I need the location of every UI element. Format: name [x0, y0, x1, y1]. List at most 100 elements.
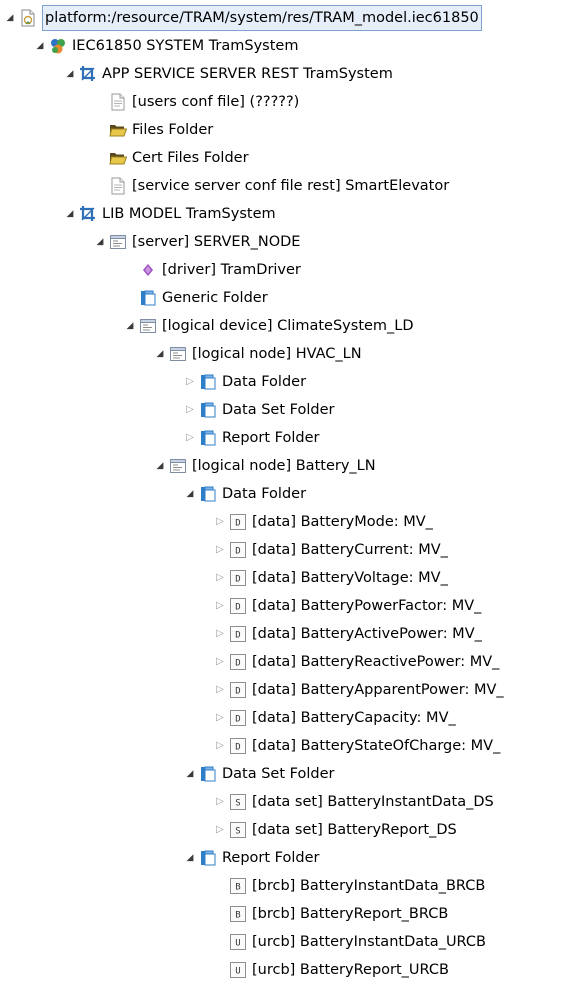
resource-file-icon — [19, 9, 37, 27]
tree-item-system[interactable]: ◢ IEC61850 SYSTEM TramSystem — [0, 32, 574, 60]
tree-item-hvac-ln[interactable]: ◢ [logical node] HVAC_LN — [0, 340, 574, 368]
tree-item-label: [data] BatteryActivePower: MV_ — [252, 626, 482, 642]
expanded-arrow-icon[interactable]: ◢ — [154, 452, 166, 480]
svg-text:S: S — [235, 827, 240, 837]
collapsed-arrow-icon[interactable]: ▷ — [184, 424, 196, 452]
blue-folder-icon — [199, 401, 217, 419]
tree-item-label: [brcb] BatteryInstantData_BRCB — [252, 878, 486, 894]
model-tree: ◢ platform:/resource/TRAM/system/res/TRA… — [0, 0, 574, 983]
tree-item-hvac-data[interactable]: ▷ Data Folder — [0, 368, 574, 396]
letter-u-icon: U — [229, 961, 247, 979]
tree-item-ds-report[interactable]: ▷ S [data set] BatteryReport_DS — [0, 816, 574, 844]
expanded-arrow-icon[interactable]: ◢ — [34, 32, 46, 60]
tree-item-battery-dataset-folder[interactable]: ◢ Data Set Folder — [0, 760, 574, 788]
crop-icon — [79, 205, 97, 223]
tree-item-label: IEC61850 SYSTEM TramSystem — [72, 38, 299, 54]
collapsed-arrow-icon[interactable]: ▷ — [214, 676, 226, 704]
tree-item-battery-soc[interactable]: ▷ D [data] BatteryStateOfCharge: MV_ — [0, 732, 574, 760]
tree-item-server-node[interactable]: ◢ [server] SERVER_NODE — [0, 228, 574, 256]
expanded-arrow-icon[interactable]: ◢ — [124, 312, 136, 340]
tree-item-hvac-dataset[interactable]: ▷ Data Set Folder — [0, 396, 574, 424]
expanded-arrow-icon[interactable]: ◢ — [184, 480, 196, 508]
tree-item-driver[interactable]: [driver] TramDriver — [0, 256, 574, 284]
tree-item-label: Files Folder — [132, 122, 214, 138]
tree-item-label: [data] BatteryCapacity: MV_ — [252, 710, 456, 726]
tree-item-urcb-instant[interactable]: U [urcb] BatteryInstantData_URCB — [0, 928, 574, 956]
expanded-arrow-icon[interactable]: ◢ — [4, 4, 16, 32]
tree-item-service-conf[interactable]: [service server conf file rest] SmartEle… — [0, 172, 574, 200]
tree-item-generic-folder[interactable]: Generic Folder — [0, 284, 574, 312]
collapsed-arrow-icon[interactable]: ▷ — [214, 648, 226, 676]
tree-item-battery-apparentpower[interactable]: ▷ D [data] BatteryApparentPower: MV_ — [0, 676, 574, 704]
tree-item-brcb-report[interactable]: B [brcb] BatteryReport_BRCB — [0, 900, 574, 928]
tree-item-lib-model[interactable]: ◢ LIB MODEL TramSystem — [0, 200, 574, 228]
blue-folder-icon — [199, 429, 217, 447]
tree-item-files-folder[interactable]: Files Folder — [0, 116, 574, 144]
letter-b-icon: B — [229, 905, 247, 923]
tree-item-label: [data] BatteryPowerFactor: MV_ — [252, 598, 482, 614]
system-icon — [49, 37, 67, 55]
collapsed-arrow-icon[interactable]: ▷ — [214, 704, 226, 732]
tree-item-battery-ln[interactable]: ◢ [logical node] Battery_LN — [0, 452, 574, 480]
tree-item-label: [data] BatteryApparentPower: MV_ — [252, 682, 504, 698]
tree-item-cert-files-folder[interactable]: Cert Files Folder — [0, 144, 574, 172]
tree-item-label: Data Set Folder — [222, 766, 335, 782]
tree-item-brcb-instant[interactable]: B [brcb] BatteryInstantData_BRCB — [0, 872, 574, 900]
tree-item-label: Generic Folder — [162, 290, 268, 306]
tree-item-ds-instant[interactable]: ▷ S [data set] BatteryInstantData_DS — [0, 788, 574, 816]
tree-item-label: [urcb] BatteryInstantData_URCB — [252, 934, 486, 950]
collapsed-arrow-icon[interactable]: ▷ — [184, 368, 196, 396]
tree-item-label: APP SERVICE SERVER REST TramSystem — [102, 66, 393, 82]
tree-item-battery-mode[interactable]: ▷ D [data] BatteryMode: MV_ — [0, 508, 574, 536]
letter-d-icon: D — [229, 597, 247, 615]
letter-d-icon: D — [229, 709, 247, 727]
tree-item-battery-activepower[interactable]: ▷ D [data] BatteryActivePower: MV_ — [0, 620, 574, 648]
expanded-arrow-icon[interactable]: ◢ — [64, 60, 76, 88]
collapsed-arrow-icon[interactable]: ▷ — [214, 788, 226, 816]
collapsed-arrow-icon[interactable]: ▷ — [214, 732, 226, 760]
letter-u-icon: U — [229, 933, 247, 951]
tree-item-battery-report-folder[interactable]: ◢ Report Folder — [0, 844, 574, 872]
collapsed-arrow-icon[interactable]: ▷ — [214, 564, 226, 592]
tree-item-app-service[interactable]: ◢ APP SERVICE SERVER REST TramSystem — [0, 60, 574, 88]
window-icon — [169, 457, 187, 475]
tree-item-battery-reactivepower[interactable]: ▷ D [data] BatteryReactivePower: MV_ — [0, 648, 574, 676]
letter-d-icon: D — [229, 569, 247, 587]
tree-item-label: Report Folder — [222, 850, 320, 866]
tree-item-battery-powerfactor[interactable]: ▷ D [data] BatteryPowerFactor: MV_ — [0, 592, 574, 620]
collapsed-arrow-icon[interactable]: ▷ — [214, 536, 226, 564]
expanded-arrow-icon[interactable]: ◢ — [94, 228, 106, 256]
open-folder-icon — [109, 149, 127, 167]
letter-s-icon: S — [229, 821, 247, 839]
window-icon — [169, 345, 187, 363]
tree-item-label: [service server conf file rest] SmartEle… — [132, 178, 450, 194]
svg-text:D: D — [235, 547, 240, 557]
expanded-arrow-icon[interactable]: ◢ — [184, 760, 196, 788]
tree-item-hvac-report[interactable]: ▷ Report Folder — [0, 424, 574, 452]
expanded-arrow-icon[interactable]: ◢ — [154, 340, 166, 368]
tree-item-urcb-report[interactable]: U [urcb] BatteryReport_URCB — [0, 956, 574, 984]
svg-text:D: D — [235, 519, 240, 529]
tree-item-users-conf[interactable]: [users conf file] (?????) — [0, 88, 574, 116]
tree-item-label: [data set] BatteryInstantData_DS — [252, 794, 494, 810]
collapsed-arrow-icon[interactable]: ▷ — [214, 508, 226, 536]
collapsed-arrow-icon[interactable]: ▷ — [214, 816, 226, 844]
tree-item-label: [server] SERVER_NODE — [132, 234, 301, 250]
tree-item-label: [data] BatteryReactivePower: MV_ — [252, 654, 500, 670]
tree-item-battery-data[interactable]: ◢ Data Folder — [0, 480, 574, 508]
expanded-arrow-icon[interactable]: ◢ — [184, 844, 196, 872]
tree-item-label: [logical device] ClimateSystem_LD — [162, 318, 414, 334]
expanded-arrow-icon[interactable]: ◢ — [64, 200, 76, 228]
tree-item-label: [urcb] BatteryReport_URCB — [252, 962, 449, 978]
open-folder-icon — [109, 121, 127, 139]
collapsed-arrow-icon[interactable]: ▷ — [214, 592, 226, 620]
letter-d-icon: D — [229, 653, 247, 671]
tree-item-logical-device[interactable]: ◢ [logical device] ClimateSystem_LD — [0, 312, 574, 340]
tree-item-battery-capacity[interactable]: ▷ D [data] BatteryCapacity: MV_ — [0, 704, 574, 732]
tree-item-battery-voltage[interactable]: ▷ D [data] BatteryVoltage: MV_ — [0, 564, 574, 592]
collapsed-arrow-icon[interactable]: ▷ — [184, 396, 196, 424]
tree-item-resource[interactable]: ◢ platform:/resource/TRAM/system/res/TRA… — [0, 4, 574, 32]
tree-item-label: [data] BatteryCurrent: MV_ — [252, 542, 448, 558]
tree-item-battery-current[interactable]: ▷ D [data] BatteryCurrent: MV_ — [0, 536, 574, 564]
collapsed-arrow-icon[interactable]: ▷ — [214, 620, 226, 648]
